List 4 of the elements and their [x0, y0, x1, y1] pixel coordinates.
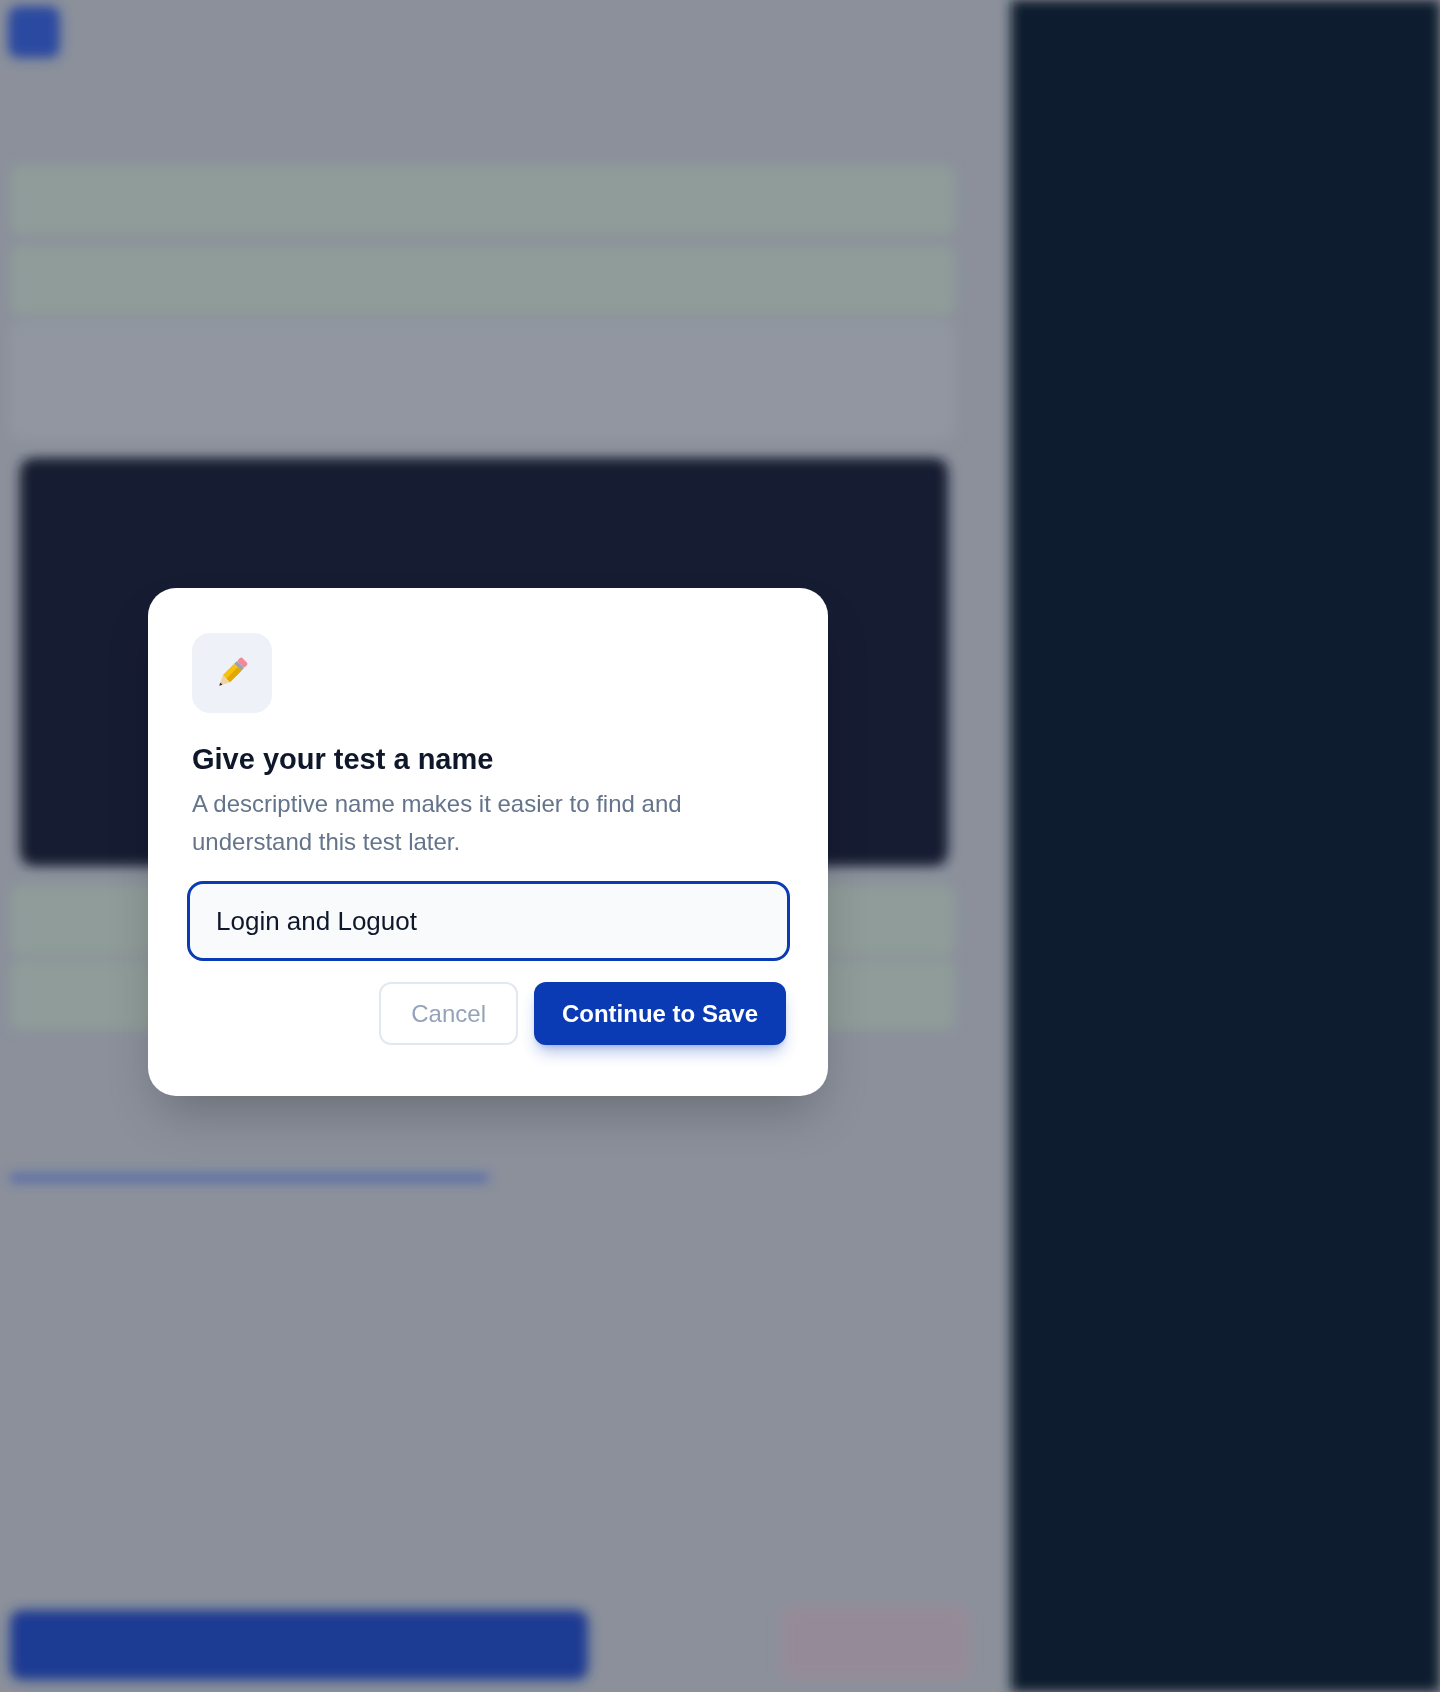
dialog-description: A descriptive name makes it easier to find and understand this test later. [192, 789, 683, 858]
test-name-field[interactable]: Login and Loguot [187, 881, 790, 962]
continue-button[interactable]: Continue to Save [533, 982, 786, 1046]
dialog-title: Give your test a name [192, 742, 495, 777]
